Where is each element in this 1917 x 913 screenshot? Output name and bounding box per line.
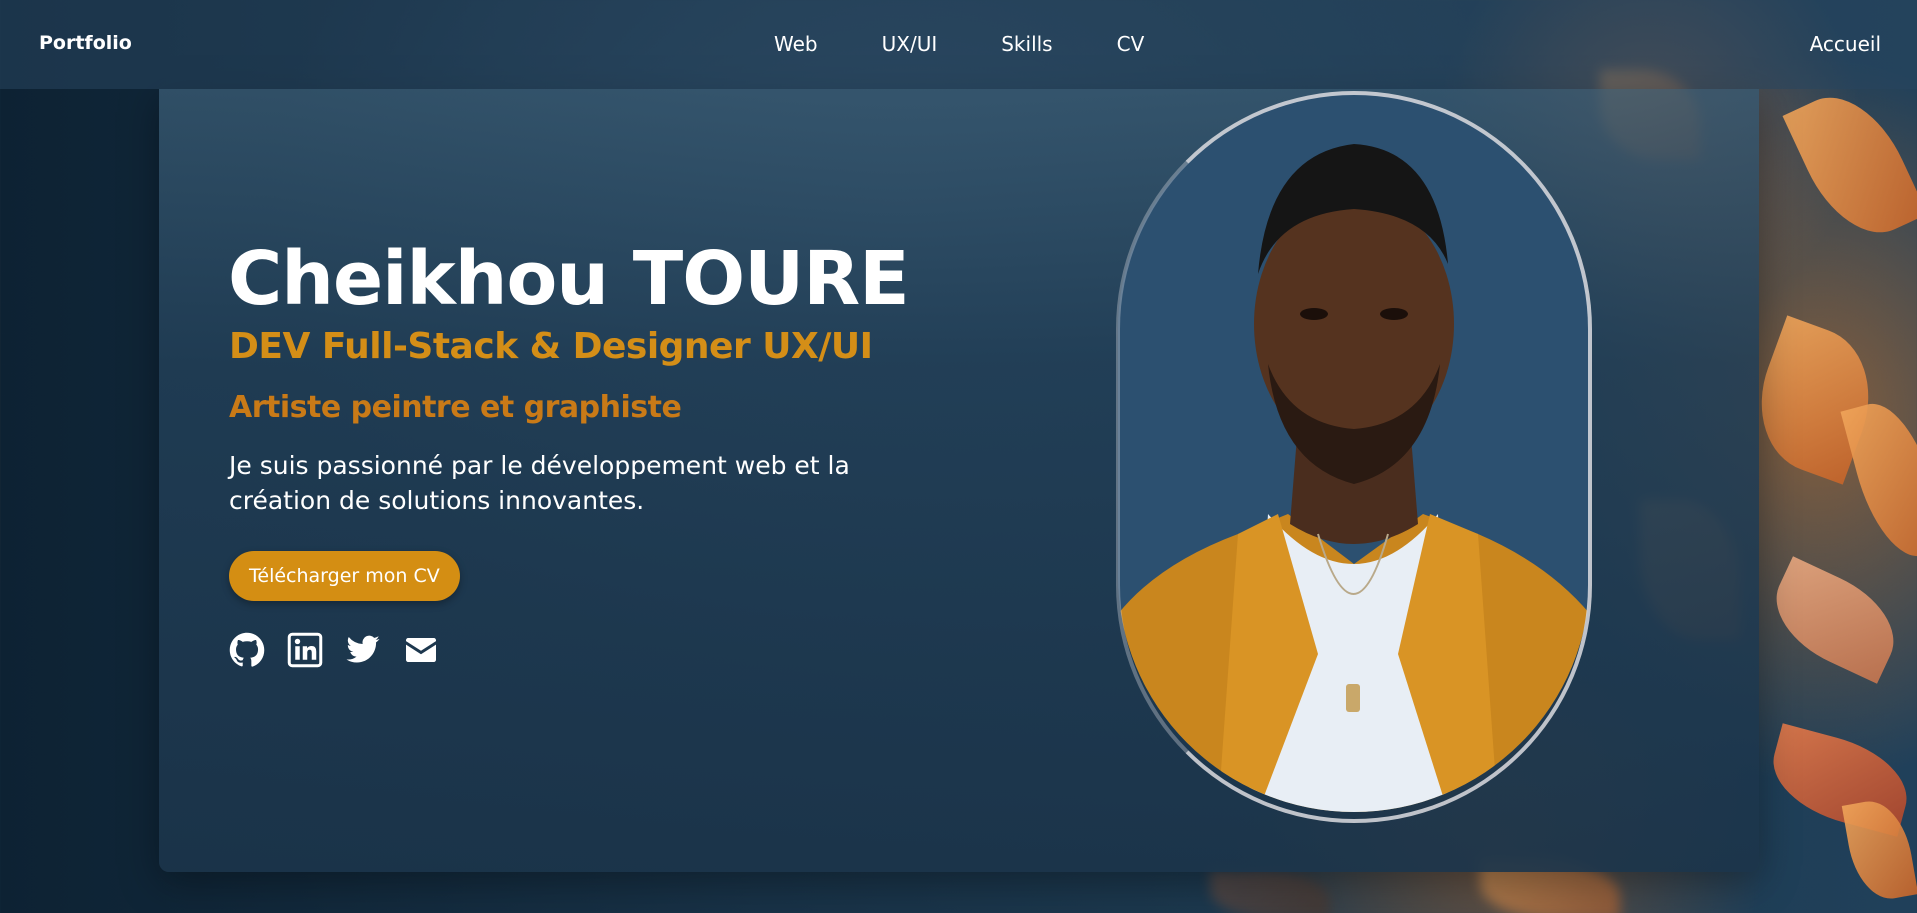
decorative-leaf bbox=[1210, 870, 1330, 913]
nav-links: Web UX/UI Skills CV bbox=[774, 32, 1208, 56]
hero-name: Cheikhou TOURE bbox=[228, 236, 910, 322]
download-cv-button[interactable]: Télécharger mon CV bbox=[229, 551, 460, 601]
nav-link-ux-ui[interactable]: UX/UI bbox=[882, 32, 938, 56]
decorative-leaf bbox=[1782, 78, 1917, 252]
hero-role: DEV Full-Stack & Designer UX/UI bbox=[229, 326, 873, 367]
envelope-icon[interactable] bbox=[403, 632, 439, 668]
linkedin-icon[interactable] bbox=[287, 632, 323, 668]
github-icon[interactable] bbox=[229, 632, 265, 668]
decorative-leaf bbox=[1840, 393, 1917, 567]
profile-photo-frame bbox=[1116, 91, 1592, 823]
navbar: Portfolio Web UX/UI Skills CV Accueil bbox=[0, 0, 1917, 89]
twitter-icon[interactable] bbox=[345, 632, 381, 668]
decorative-leaf bbox=[1841, 795, 1917, 905]
social-links bbox=[229, 632, 439, 668]
hero-role-secondary: Artiste peintre et graphiste bbox=[229, 390, 682, 425]
brand-logo[interactable]: Portfolio bbox=[39, 32, 132, 54]
nav-link-web[interactable]: Web bbox=[774, 32, 818, 56]
nav-link-accueil[interactable]: Accueil bbox=[1810, 32, 1881, 56]
hero-intro: Je suis passionné par le développement w… bbox=[229, 451, 850, 515]
nav-link-skills[interactable]: Skills bbox=[1001, 32, 1052, 56]
decorative-leaf bbox=[1759, 556, 1911, 684]
nav-link-cv[interactable]: CV bbox=[1117, 32, 1145, 56]
